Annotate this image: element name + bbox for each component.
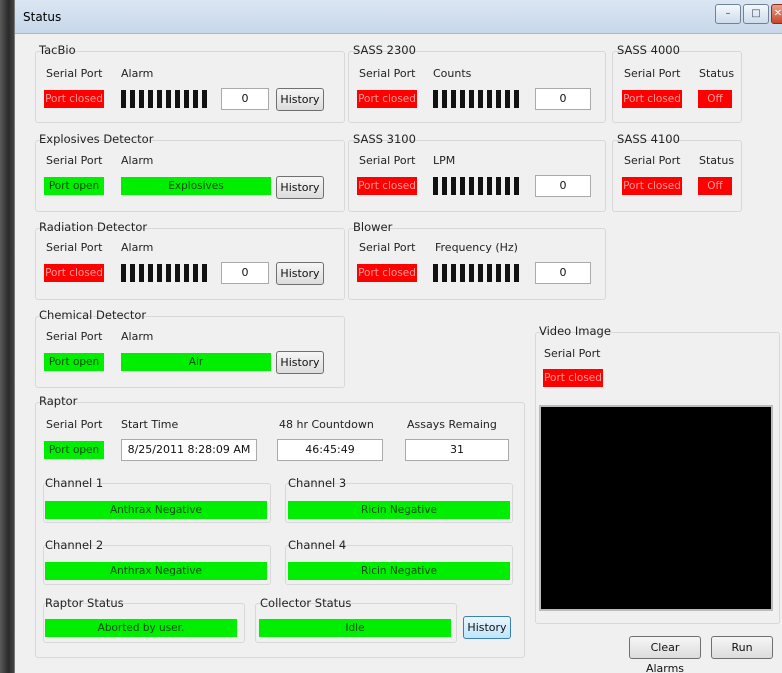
- radiation-port-status: Port closed: [44, 264, 104, 282]
- blower-frequency-bar: [433, 264, 519, 282]
- tacbio-group: [35, 51, 345, 123]
- raptor-serial-port-label: Serial Port: [46, 418, 103, 431]
- radiation-alarm-label: Alarm: [121, 241, 154, 254]
- channel4-status: Ricin Negative: [288, 562, 510, 580]
- start-time-label: Start Time: [121, 418, 179, 431]
- sass4100-serial-port-label: Serial Port: [624, 154, 681, 167]
- sass4100-group: [612, 140, 742, 212]
- clear-alarms-button[interactable]: Clear Alarms: [629, 636, 701, 673]
- video-display: [539, 405, 773, 611]
- blower-frequency-label: Frequency (Hz): [435, 241, 518, 254]
- sass2300-counts-label: Counts: [433, 67, 472, 80]
- video-port-status: Port closed: [543, 369, 603, 387]
- status-window: Status – □ ✕ TacBio Serial Port Alarm Po…: [14, 0, 782, 673]
- blower-serial-port-label: Serial Port: [359, 241, 416, 254]
- maximize-button[interactable]: □: [743, 4, 769, 24]
- raptor-status-label: Raptor Status: [45, 596, 124, 610]
- tacbio-port-status: Port closed: [44, 90, 104, 108]
- explosives-alarm-status: Explosives: [121, 177, 271, 195]
- tacbio-title: TacBio: [39, 43, 76, 57]
- channel2-status: Anthrax Negative: [45, 562, 267, 580]
- chemical-title: Chemical Detector: [39, 308, 147, 322]
- sass4000-status-label: Status: [699, 67, 735, 80]
- radiation-title: Radiation Detector: [39, 220, 148, 234]
- channel1-status: Anthrax Negative: [45, 501, 267, 519]
- sass4100-port-status: Port closed: [622, 177, 682, 195]
- tacbio-alarm-bar: [121, 90, 207, 108]
- explosives-title: Explosives Detector: [39, 132, 154, 146]
- sass3100-port-status: Port closed: [357, 177, 417, 195]
- radiation-history-button[interactable]: History: [276, 262, 324, 285]
- run-button[interactable]: Run: [711, 636, 773, 659]
- desktop-background: [0, 0, 14, 673]
- countdown-label: 48 hr Countdown: [279, 418, 374, 431]
- blower-title: Blower: [353, 220, 393, 234]
- channel4-label: Channel 4: [288, 538, 347, 552]
- sass4100-title: SASS 4100: [617, 132, 680, 146]
- sass2300-title: SASS 2300: [353, 43, 416, 57]
- title-bar[interactable]: Status – □ ✕: [15, 0, 782, 34]
- explosives-alarm-label: Alarm: [121, 154, 154, 167]
- raptor-title: Raptor: [39, 394, 78, 408]
- tacbio-alarm-label: Alarm: [121, 67, 154, 80]
- sass4000-status: Off: [698, 90, 732, 108]
- collector-status-value: Idle: [259, 619, 451, 637]
- channel3-label: Channel 3: [288, 476, 347, 490]
- countdown-value: 46:45:49: [277, 439, 383, 461]
- blower-value: 0: [535, 262, 591, 284]
- sass2300-serial-port-label: Serial Port: [359, 67, 416, 80]
- sass3100-value: 0: [535, 175, 591, 197]
- video-serial-port-label: Serial Port: [544, 347, 601, 360]
- chemical-port-status: Port open: [44, 353, 104, 371]
- assays-label: Assays Remaing: [407, 418, 497, 431]
- sass4100-status: Off: [698, 177, 732, 195]
- chemical-alarm-label: Alarm: [121, 330, 154, 343]
- window-title: Status: [23, 10, 62, 24]
- chemical-history-button[interactable]: History: [276, 351, 324, 374]
- sass3100-lpm-bar: [433, 177, 519, 195]
- raptor-port-status: Port open: [44, 441, 104, 459]
- explosives-history-button[interactable]: History: [276, 176, 324, 199]
- channel2-label: Channel 2: [45, 538, 104, 552]
- sass4000-serial-port-label: Serial Port: [624, 67, 681, 80]
- sass3100-lpm-label: LPM: [433, 154, 456, 167]
- sass2300-port-status: Port closed: [357, 90, 417, 108]
- tacbio-serial-port-label: Serial Port: [46, 67, 103, 80]
- radiation-value: 0: [221, 262, 269, 284]
- sass3100-title: SASS 3100: [353, 132, 416, 146]
- explosives-serial-port-label: Serial Port: [46, 154, 103, 167]
- sass2300-value: 0: [535, 88, 591, 110]
- sass2300-counts-bar: [433, 90, 519, 108]
- tacbio-value: 0: [221, 88, 269, 110]
- close-button[interactable]: ✕: [771, 4, 782, 24]
- assays-value: 31: [405, 439, 509, 461]
- raptor-status-value: Aborted by user.: [45, 619, 237, 637]
- radiation-alarm-bar: [121, 264, 207, 282]
- video-title: Video Image: [539, 324, 611, 338]
- collector-status-label: Collector Status: [260, 596, 352, 610]
- start-time-value: 8/25/2011 8:28:09 AM: [121, 439, 257, 461]
- sass4000-port-status: Port closed: [622, 90, 682, 108]
- minimize-button[interactable]: –: [715, 4, 741, 24]
- sass4000-group: [612, 51, 742, 123]
- raptor-history-button[interactable]: History: [463, 616, 511, 639]
- channel3-status: Ricin Negative: [288, 501, 510, 519]
- radiation-serial-port-label: Serial Port: [46, 241, 103, 254]
- blower-port-status: Port closed: [357, 264, 417, 282]
- tacbio-history-button[interactable]: History: [276, 88, 324, 111]
- sass4100-status-label: Status: [699, 154, 735, 167]
- explosives-port-status: Port open: [44, 177, 104, 195]
- chemical-alarm-status: Air: [121, 353, 271, 371]
- chemical-serial-port-label: Serial Port: [46, 330, 103, 343]
- sass4000-title: SASS 4000: [617, 43, 680, 57]
- sass2300-group: [348, 51, 606, 123]
- channel1-label: Channel 1: [45, 476, 104, 490]
- sass3100-serial-port-label: Serial Port: [359, 154, 416, 167]
